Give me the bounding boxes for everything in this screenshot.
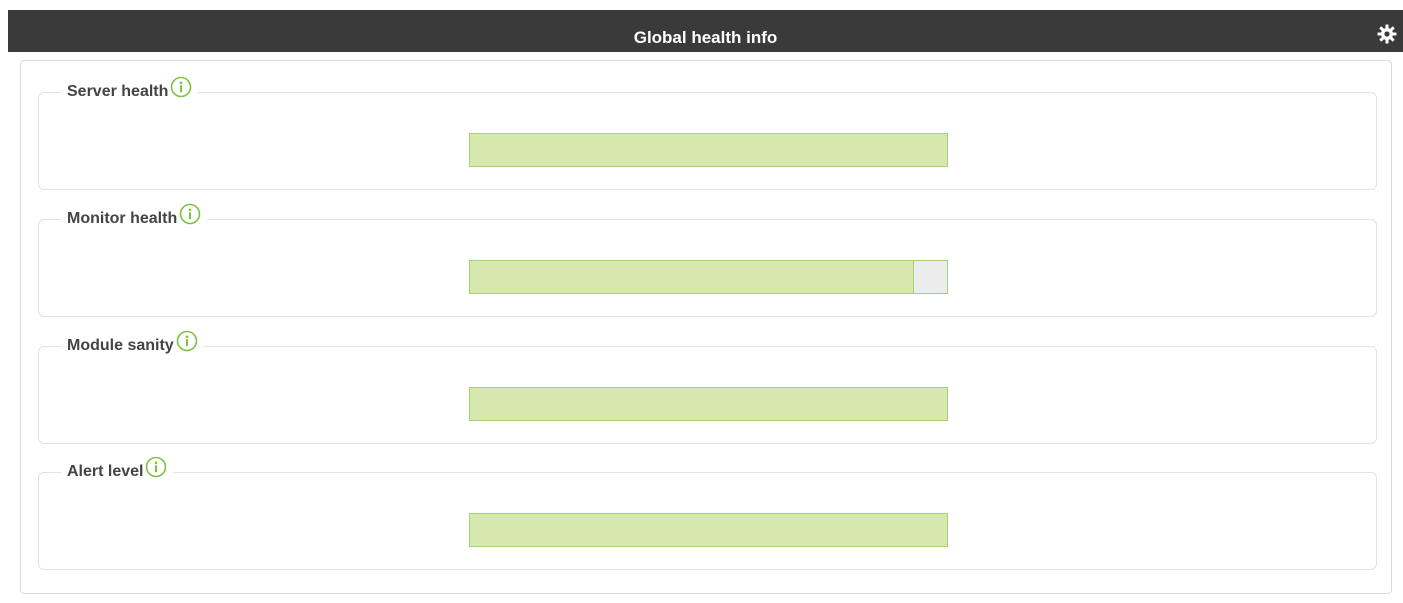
header-bar: Global health info [8, 10, 1403, 52]
info-icon[interactable] [170, 76, 192, 98]
module-sanity-progress-fill [470, 388, 947, 420]
page-title: Global health info [633, 28, 778, 47]
alert-level-progress-fill [470, 514, 947, 546]
monitor-health-progress-fill [470, 261, 914, 293]
alert-level-legend: Alert level [61, 456, 174, 485]
monitor-health-section: Monitor health [38, 203, 1377, 317]
server-health-section: Server health [38, 76, 1377, 190]
module-sanity-legend: Module sanity [61, 330, 204, 359]
server-health-legend: Server health [61, 76, 199, 105]
monitor-health-progress-bar [469, 260, 948, 294]
module-sanity-label: Module sanity [67, 337, 174, 354]
monitor-health-legend: Monitor health [61, 203, 208, 232]
module-sanity-progress-bar [469, 387, 948, 421]
gear-icon[interactable] [1377, 24, 1397, 44]
info-icon[interactable] [179, 203, 201, 225]
alert-level-section: Alert level [38, 456, 1377, 570]
monitor-health-label: Monitor health [67, 210, 178, 227]
info-icon[interactable] [176, 330, 198, 352]
server-health-progress-fill [470, 134, 947, 166]
info-icon[interactable] [145, 456, 167, 478]
server-health-progress-bar [469, 133, 948, 167]
server-health-label: Server health [67, 83, 169, 100]
alert-level-progress-bar [469, 513, 948, 547]
alert-level-label: Alert level [67, 463, 144, 480]
module-sanity-section: Module sanity [38, 330, 1377, 444]
